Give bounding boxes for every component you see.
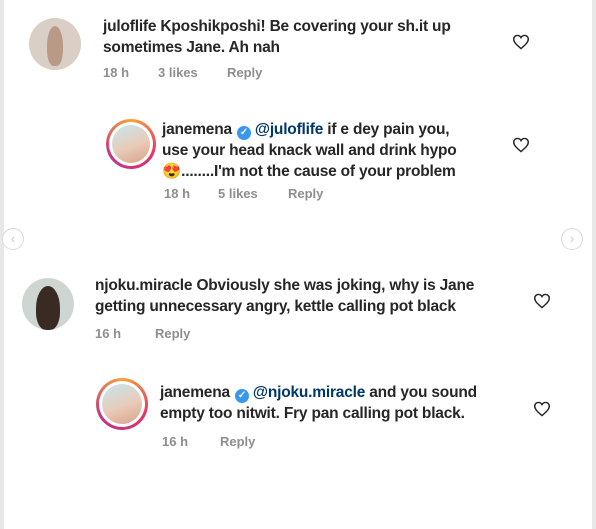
reply-button[interactable]: Reply (220, 434, 255, 449)
heart-icon[interactable] (512, 34, 530, 50)
heart-icon[interactable] (533, 293, 551, 309)
comment-meta: 16 h Reply (95, 326, 190, 341)
verified-badge-icon: ✓ (234, 389, 249, 403)
comment-text: janemena ✓ @juloflife if e dey pain you, u… (162, 119, 502, 182)
mention-link[interactable]: @njoku.miracle (253, 384, 365, 401)
avatar[interactable] (96, 378, 148, 430)
heart-icon[interactable] (512, 137, 530, 153)
reply-button[interactable]: Reply (227, 65, 262, 80)
comment-text: janemena ✓ @njoku.miracle and you sound em… (160, 382, 520, 424)
comment-text: juloflife Kposhikposhi! Be covering your… (103, 16, 503, 58)
comment-likes[interactable]: 5 likes (218, 186, 288, 201)
left-edge (0, 0, 4, 529)
comment-username[interactable]: janemena (162, 121, 232, 138)
comments-panel: juloflife Kposhikposhi! Be covering your… (0, 0, 596, 529)
comment-meta: 18 h 3 likes Reply (103, 65, 262, 80)
comment-username[interactable]: juloflife (103, 18, 157, 35)
avatar-picture (112, 125, 150, 163)
avatar[interactable] (29, 18, 81, 70)
comment-time[interactable]: 16 h (95, 326, 155, 341)
heart-icon[interactable] (533, 401, 551, 417)
comment-body: Kposhikposhi! Be covering your sh.it up … (103, 18, 451, 56)
comment-likes[interactable]: 3 likes (158, 65, 227, 80)
comment-body-line: empty too nitwit. Fry pan calling pot bl… (160, 405, 465, 422)
right-edge (592, 0, 596, 529)
prev-arrow-icon[interactable]: ‹ (2, 228, 24, 250)
comment-body-line: ........I'm not the cause of your proble… (181, 163, 456, 180)
avatar[interactable] (106, 119, 156, 169)
comment-time[interactable]: 18 h (164, 186, 218, 201)
comment-meta: 18 h 5 likes Reply (164, 186, 323, 201)
avatar-picture (102, 384, 142, 424)
comment-meta: 16 h Reply (162, 434, 255, 449)
next-arrow-icon[interactable]: › (561, 228, 583, 250)
comment-body-line: use your head knack wall and drink hypo (162, 142, 457, 159)
avatar[interactable] (22, 278, 74, 330)
mention-link[interactable]: @juloflife (255, 121, 323, 138)
reply-button[interactable]: Reply (288, 186, 323, 201)
avatar-figure (47, 26, 63, 66)
avatar-figure (36, 286, 60, 330)
comment-time[interactable]: 16 h (162, 434, 220, 449)
comment-time[interactable]: 18 h (103, 65, 158, 80)
verified-badge-icon: ✓ (236, 126, 251, 140)
comment-username[interactable]: janemena (160, 384, 230, 401)
reply-button[interactable]: Reply (155, 326, 190, 341)
emoji-icon: 😍 (162, 163, 182, 180)
comment-username[interactable]: njoku.miracle (95, 277, 193, 294)
comment-text: njoku.miracle Obviously she was joking, … (95, 275, 515, 317)
